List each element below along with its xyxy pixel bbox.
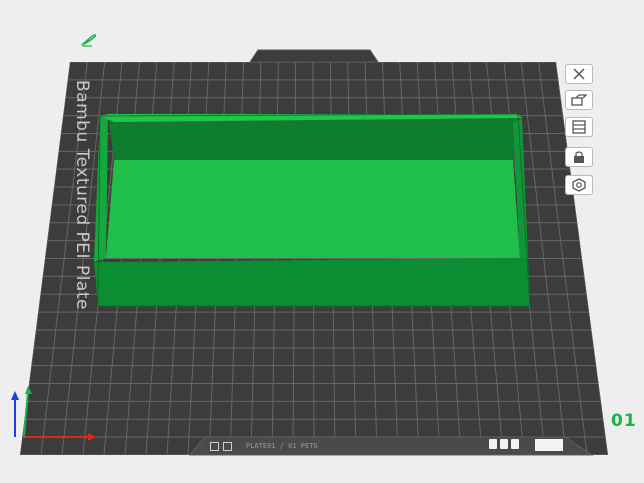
model-object[interactable] [94, 113, 531, 307]
axis-z-arrow [11, 391, 19, 400]
arrange-icon [572, 120, 586, 134]
edit-pencil-icon[interactable] [80, 33, 100, 47]
delete-icon[interactable] [489, 439, 497, 449]
arrange-button[interactable] [565, 117, 593, 137]
plate-bottom-highlight [535, 439, 563, 451]
plate-actions [489, 439, 519, 449]
lock-button[interactable] [565, 147, 593, 167]
grid-view-icon[interactable] [210, 441, 219, 451]
plate-preview-icon[interactable] [223, 441, 232, 451]
plate-file-name: PLATE01 / 01 PETG [246, 442, 318, 450]
plate-name-label: Bambu Textured PEI Plate [72, 80, 92, 310]
plate-handle [249, 49, 379, 63]
object-front-wall [94, 258, 530, 306]
close-x-icon [573, 68, 585, 80]
object-inner-floor [106, 160, 520, 258]
plate-status-bar: PLATE01 / 01 PETG [210, 437, 490, 455]
settings-button[interactable] [565, 175, 593, 195]
orient-icon [571, 94, 588, 106]
copy-icon[interactable] [500, 439, 508, 449]
gear-icon [572, 178, 586, 192]
plate-number[interactable]: 01 [611, 411, 637, 431]
trash-icon[interactable] [511, 439, 519, 449]
lock-icon [574, 151, 584, 163]
build-plate-viewport[interactable] [0, 0, 644, 483]
close-button[interactable] [565, 64, 593, 84]
orient-button[interactable] [565, 90, 593, 110]
